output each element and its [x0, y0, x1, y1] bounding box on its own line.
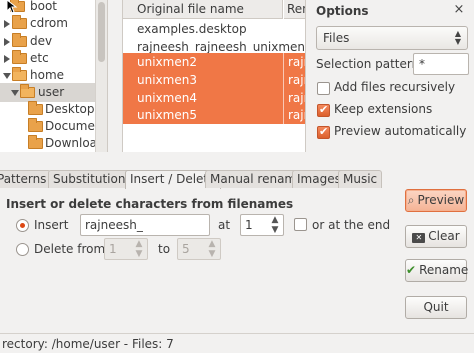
- delete-to-value: 5: [182, 242, 190, 256]
- column-divider: [283, 53, 284, 71]
- keep-extensions-checkbox[interactable]: [317, 103, 330, 117]
- folder-icon: [12, 33, 27, 47]
- at-end-checkbox[interactable]: [294, 218, 307, 231]
- updown-arrows-icon: ▲ ▼: [454, 29, 461, 46]
- delete-from-value: 1: [109, 242, 117, 256]
- clear-button[interactable]: ✕ Clear: [405, 225, 467, 248]
- folder-icon: [28, 135, 43, 149]
- column-divider: [283, 89, 284, 107]
- delete-to-spinner[interactable]: 5 ▲ ▼: [177, 238, 221, 260]
- to-label: to: [158, 242, 171, 256]
- preview-automatically-label: Preview automatically: [334, 124, 467, 138]
- original-name: unixmen2: [137, 55, 197, 69]
- options-title: Options: [316, 4, 369, 18]
- at-end-label: or at the end: [312, 218, 391, 232]
- renamed-name: rajn: [288, 91, 305, 105]
- preview-button[interactable]: ⌕ Preview: [405, 189, 467, 212]
- file-row[interactable]: examples.desktop: [123, 20, 305, 38]
- preview-button-label: Preview: [417, 193, 465, 207]
- file-row[interactable]: unixmen5 rajn: [123, 106, 305, 124]
- selection-pattern-label: Selection pattern: [316, 57, 420, 71]
- original-name: unixmen3: [137, 73, 197, 87]
- expander-closed-icon[interactable]: [4, 20, 10, 28]
- tree-item-downloads[interactable]: Downloads: [0, 134, 107, 152]
- tab-bar: Patterns Substitutions Insert / Delete M…: [0, 170, 383, 189]
- quit-button[interactable]: Quit: [405, 296, 467, 319]
- renamed-name: rajn: [288, 108, 305, 122]
- tree-item-label: cdrom: [30, 16, 68, 30]
- original-name: unixmen5: [137, 108, 197, 122]
- folder-icon: [28, 118, 43, 132]
- rename-button[interactable]: ✔ Rename: [405, 259, 469, 282]
- files-combo-value: Files: [323, 31, 350, 45]
- files-combo[interactable]: Files ▲ ▼: [316, 26, 468, 50]
- insert-delete-title: Insert or delete characters from filenam…: [6, 197, 294, 211]
- mouse-cursor-icon: [6, 0, 18, 14]
- add-recursively-checkbox[interactable]: [317, 82, 330, 95]
- add-recursively-label: Add files recursively: [334, 80, 456, 94]
- renamed-name: rajn: [288, 73, 305, 87]
- folder-open-icon: [12, 67, 27, 81]
- column-header-renamed[interactable]: Rena: [284, 0, 305, 19]
- delete-radio[interactable]: [16, 243, 29, 256]
- file-row[interactable]: unixmen3 rajn: [123, 71, 305, 89]
- spin-arrows-icon[interactable]: ▲ ▼: [131, 239, 147, 259]
- column-divider: [283, 71, 284, 89]
- delete-from-spinner[interactable]: 1 ▲ ▼: [104, 238, 148, 260]
- expander-closed-icon[interactable]: [4, 55, 10, 63]
- quit-button-label: Quit: [423, 300, 449, 314]
- original-name: examples.desktop: [137, 22, 247, 36]
- spin-arrows-icon[interactable]: ▲ ▼: [204, 239, 220, 259]
- expander-open-icon[interactable]: [11, 90, 19, 96]
- close-icon[interactable]: ×: [451, 2, 467, 18]
- renamed-name: rajn: [288, 55, 305, 69]
- tree-scrollbar[interactable]: [95, 0, 107, 152]
- insert-text-input[interactable]: rajneesh_: [80, 214, 210, 236]
- directory-tree[interactable]: boot cdrom dev etc home user Desktop Doc…: [0, 0, 108, 152]
- folder-open-icon: [20, 84, 35, 98]
- expander-open-icon[interactable]: [3, 73, 11, 79]
- clear-icon: ✕: [412, 233, 426, 243]
- at-position-value: 1: [245, 218, 253, 232]
- at-position-spinner[interactable]: 1 ▲ ▼: [240, 214, 284, 236]
- selection-pattern-input[interactable]: *: [413, 53, 469, 75]
- status-bar: rectory: /home/user - Files: 7: [0, 333, 474, 353]
- file-list[interactable]: Original file name Rena examples.desktop…: [122, 0, 306, 152]
- file-row[interactable]: unixmen4 rajn: [123, 89, 305, 107]
- clear-button-label: Clear: [428, 229, 460, 243]
- column-header-original[interactable]: Original file name: [123, 0, 283, 19]
- column-divider: [283, 106, 284, 124]
- file-row[interactable]: unixmen2 rajn: [123, 53, 305, 71]
- preview-automatically-checkbox[interactable]: [317, 125, 330, 139]
- tab-substitutions[interactable]: Substitutions: [48, 170, 137, 188]
- insert-radio[interactable]: [16, 219, 29, 232]
- checkmark-icon: ✔: [406, 263, 417, 277]
- spin-arrows-icon[interactable]: ▲ ▼: [267, 215, 283, 235]
- scrollbar-thumb[interactable]: [98, 2, 105, 62]
- tab-patterns[interactable]: Patterns: [0, 170, 52, 188]
- at-label: at: [218, 218, 231, 232]
- original-name: unixmen4: [137, 91, 197, 105]
- expander-closed-icon[interactable]: [4, 38, 10, 46]
- rename-button-label: Rename: [419, 263, 469, 277]
- tree-item-cdrom[interactable]: cdrom: [0, 14, 96, 33]
- magnifier-icon: ⌕: [407, 193, 415, 207]
- folder-icon: [12, 50, 27, 64]
- folder-icon: [28, 101, 43, 115]
- options-panel: Options × Files ▲ ▼ Selection pattern * A…: [313, 0, 474, 152]
- status-text: rectory: /home/user - Files: 7: [2, 337, 174, 351]
- delete-from-label: Delete from: [34, 242, 106, 256]
- keep-extensions-label: Keep extensions: [334, 102, 433, 116]
- tab-music[interactable]: Music: [338, 170, 383, 188]
- insert-label: Insert: [34, 218, 69, 232]
- folder-icon: [12, 15, 27, 29]
